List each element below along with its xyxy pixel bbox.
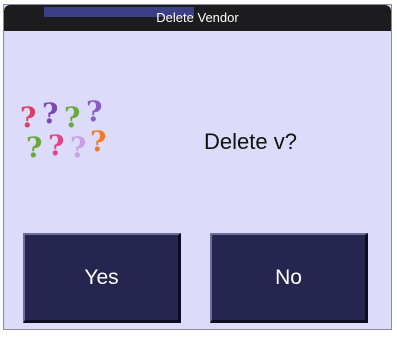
title-bar: Delete Vendor xyxy=(4,5,391,31)
yes-button[interactable]: Yes xyxy=(23,233,181,323)
delete-vendor-dialog: Delete Vendor ? ? ? ? ? ? ? ? Delete v? … xyxy=(3,4,392,330)
confirm-message: Delete v? xyxy=(204,129,297,154)
svg-text:?: ? xyxy=(90,125,106,158)
dialog-title: Delete Vendor xyxy=(156,10,239,25)
svg-text:?: ? xyxy=(64,101,80,134)
svg-text:?: ? xyxy=(86,97,102,128)
svg-text:?: ? xyxy=(42,97,58,130)
svg-text:?: ? xyxy=(70,131,86,161)
svg-text:?: ? xyxy=(48,129,64,161)
question-marks-icon: ? ? ? ? ? ? ? ? xyxy=(18,95,114,164)
svg-text:?: ? xyxy=(20,101,36,134)
no-button[interactable]: No xyxy=(210,233,368,323)
svg-text:?: ? xyxy=(26,131,42,161)
